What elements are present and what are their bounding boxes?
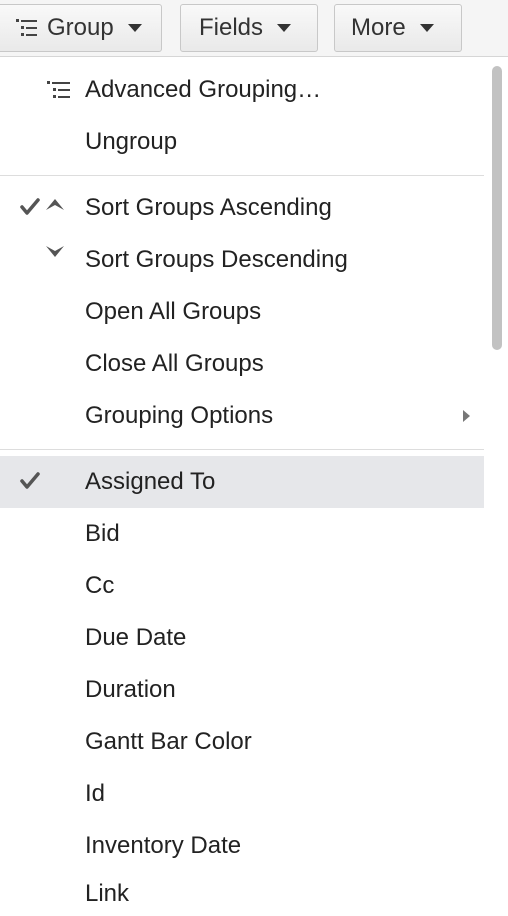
menu-field-item[interactable]: Cc: [0, 560, 484, 612]
chevron-down-icon: [127, 24, 142, 32]
menu-item-label: Inventory Date: [85, 832, 242, 859]
fields-button[interactable]: Fields: [180, 4, 318, 52]
chevron-down-icon: [419, 24, 434, 32]
menu-item-label: Cc: [85, 572, 115, 599]
menu-field-item[interactable]: Id: [0, 768, 484, 820]
menu-item-open-all-groups[interactable]: Open All Groups: [0, 286, 484, 338]
group-button-label: Group: [47, 14, 114, 41]
menu-item-label: Due Date: [85, 624, 187, 651]
menu-divider: [0, 175, 484, 176]
menu-item-advanced-grouping[interactable]: Advanced Grouping…: [0, 64, 484, 116]
chevron-up-icon: [46, 199, 64, 210]
checkmark-icon: [20, 472, 40, 489]
checkmark-icon: [20, 198, 40, 215]
submenu-arrow-icon: [463, 410, 470, 422]
menu-field-item[interactable]: Link: [0, 872, 484, 916]
menu-item-label: Assigned To: [85, 468, 216, 495]
menu-item-label: Link: [85, 880, 130, 907]
menu-item-label: Close All Groups: [85, 350, 264, 377]
menu-item-label: Open All Groups: [85, 298, 262, 325]
chevron-down-icon: [46, 246, 64, 257]
toolbar: Group Fields More: [0, 0, 508, 57]
menu-item-label: Duration: [85, 676, 176, 703]
menu-field-item[interactable]: Due Date: [0, 612, 484, 664]
more-button-label: More: [351, 14, 406, 41]
menu-item-label: Sort Groups Descending: [85, 246, 348, 273]
menu-item-ungroup[interactable]: Ungroup: [0, 116, 484, 168]
group-dropdown-menu: Advanced Grouping… Ungroup Sort Groups A…: [0, 58, 484, 916]
menu-item-label: Gantt Bar Color: [85, 728, 252, 755]
menu-field-item[interactable]: Duration: [0, 664, 484, 716]
group-tree-icon: [47, 81, 70, 98]
menu-item-label: Grouping Options: [85, 402, 274, 429]
menu-item-label: Bid: [85, 520, 120, 547]
menu-field-item[interactable]: Gantt Bar Color: [0, 716, 484, 768]
menu-scrollbar[interactable]: [488, 58, 508, 916]
scrollbar-thumb[interactable]: [492, 66, 502, 350]
menu-item-sort-ascending[interactable]: Sort Groups Ascending: [0, 182, 484, 234]
group-button[interactable]: Group: [0, 4, 162, 52]
menu-item-label: Id: [85, 780, 106, 807]
menu-field-item[interactable]: Inventory Date: [0, 820, 484, 872]
menu-divider: [0, 449, 484, 450]
chevron-down-icon: [277, 24, 292, 32]
fields-button-label: Fields: [199, 14, 264, 41]
menu-field-item[interactable]: Assigned To: [0, 456, 484, 508]
menu-item-grouping-options[interactable]: Grouping Options: [0, 390, 484, 442]
menu-item-sort-descending[interactable]: Sort Groups Descending: [0, 234, 484, 286]
menu-item-label: Ungroup: [85, 128, 178, 155]
menu-item-label: Advanced Grouping…: [85, 76, 322, 103]
menu-item-label: Sort Groups Ascending: [85, 194, 332, 221]
menu-item-close-all-groups[interactable]: Close All Groups: [0, 338, 484, 390]
group-tree-icon: [16, 19, 37, 36]
menu-field-item[interactable]: Bid: [0, 508, 484, 560]
more-button[interactable]: More: [334, 4, 462, 52]
